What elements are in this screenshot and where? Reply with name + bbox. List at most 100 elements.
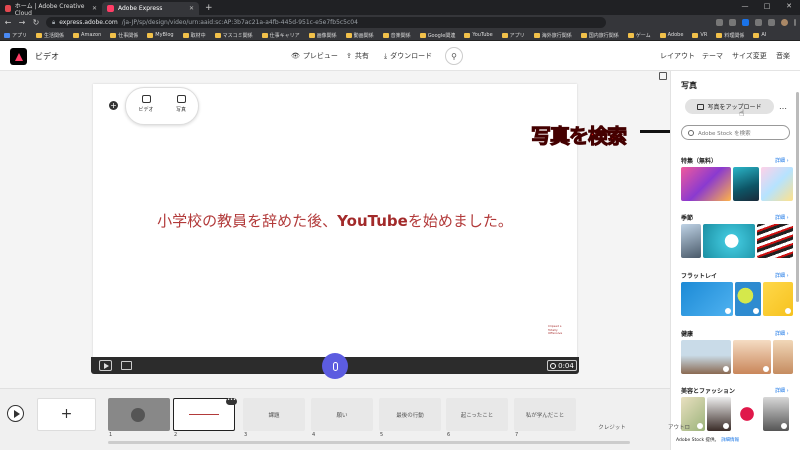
profile-avatar[interactable] [781, 19, 788, 26]
photo-thumbnail[interactable] [773, 340, 793, 374]
more-options-icon[interactable]: … [779, 102, 787, 111]
nav-resize[interactable]: サイズ変更 [732, 51, 767, 61]
microphone-button[interactable] [322, 353, 348, 379]
photo-thumbnail[interactable] [681, 340, 731, 374]
scene-thumbnail[interactable]: 願い [311, 398, 373, 431]
close-icon[interactable]: ✕ [189, 5, 194, 12]
photo-thumbnail[interactable] [707, 397, 731, 431]
bookmark-item[interactable]: YouTube [464, 32, 493, 38]
bookmark-item[interactable]: VR [692, 32, 707, 38]
bookmark-item[interactable]: 国内旅行関係 [580, 32, 619, 39]
add-photo-button[interactable]: 写真 [169, 95, 193, 113]
timeline-play-icon[interactable] [7, 405, 24, 422]
add-video-button[interactable]: ビデオ [134, 95, 158, 113]
photo-thumbnail[interactable] [763, 397, 789, 431]
photo-thumbnail[interactable] [733, 397, 761, 431]
heart-icon[interactable] [723, 366, 729, 372]
bookmark-item[interactable]: 海外旅行関係 [533, 32, 572, 39]
heart-icon[interactable] [781, 423, 787, 429]
scene-thumbnail[interactable]: アウトロ [648, 398, 710, 431]
close-icon[interactable]: ✕ [92, 5, 97, 12]
stock-search-input[interactable]: Adobe Stock を検索 [681, 125, 790, 140]
share-icon[interactable] [716, 19, 723, 26]
share-button[interactable]: ⇪ 共有 [346, 51, 369, 61]
bookmark-item[interactable]: 画像関係 [308, 32, 337, 39]
bookmark-item[interactable]: アプリ [4, 32, 27, 39]
add-scene-button[interactable]: + [37, 398, 96, 431]
heart-icon[interactable] [725, 308, 731, 314]
bookmark-item[interactable]: Google関連 [419, 32, 455, 39]
photo-thumbnail[interactable] [733, 340, 771, 374]
bookmark-item[interactable]: 料理関係 [716, 32, 744, 39]
slide-caption[interactable]: 小学校の教員を辞めた後、YouTubeを始めました。 [93, 210, 577, 231]
heart-icon[interactable] [723, 423, 729, 429]
bookmark-item[interactable]: マスコミ関係 [214, 32, 253, 39]
url-input[interactable]: 🔒︎ express.adobe.com/ja-JP/sp/design/vid… [46, 17, 606, 28]
person-add-icon[interactable]: ⚲ [445, 47, 463, 65]
maximize-button[interactable]: □ [756, 0, 778, 13]
new-tab-button[interactable]: + [205, 2, 213, 15]
scene-thumbnail[interactable]: 課題 [243, 398, 305, 431]
photo-thumbnail[interactable] [735, 282, 761, 316]
scene-menu-icon[interactable]: ••• [226, 398, 237, 405]
puzzle-icon[interactable] [768, 19, 775, 26]
season-more-link[interactable]: 詳細 › [775, 214, 789, 221]
close-window-button[interactable]: ✕ [778, 0, 800, 13]
beauty-more-link[interactable]: 詳細 › [775, 387, 789, 394]
photo-thumbnail[interactable] [681, 224, 701, 258]
heart-icon[interactable] [785, 308, 791, 314]
monitor-icon[interactable] [121, 361, 132, 370]
bookmark-item[interactable]: ゲーム [627, 32, 651, 39]
featured-more-link[interactable]: 詳細 › [775, 157, 789, 164]
tab-adobe-express[interactable]: Adobe Express ✕ [102, 2, 199, 15]
bookmark-item[interactable]: 仕事キャリア [261, 32, 300, 39]
scene-thumbnail[interactable]: クレジット [581, 398, 643, 431]
flatlay-more-link[interactable]: 詳細 › [775, 272, 789, 279]
back-icon[interactable]: ← [4, 18, 12, 27]
adobe-express-logo-icon[interactable] [10, 48, 27, 65]
menu-icon[interactable] [794, 19, 796, 26]
scene-thumbnail[interactable]: 最後の行動 [379, 398, 441, 431]
download-button[interactable]: ⤓ ダウンロード [384, 51, 432, 61]
minimize-button[interactable]: — [734, 0, 756, 13]
expand-icon[interactable] [659, 72, 667, 80]
timeline-scrollbar[interactable] [108, 441, 630, 444]
bookmark-item[interactable]: 音楽関係 [382, 32, 411, 39]
heart-icon[interactable] [763, 366, 769, 372]
extension-icon[interactable] [755, 19, 762, 26]
photo-thumbnail[interactable] [757, 224, 793, 258]
scene-thumbnail[interactable]: 起こったこと [446, 398, 508, 431]
bookmark-item[interactable]: 動画関係 [345, 32, 374, 39]
nav-theme[interactable]: テーマ [702, 51, 723, 61]
bookmark-item[interactable]: 仕事関係 [110, 32, 138, 39]
duration-badge[interactable]: 0:04 [547, 360, 577, 371]
photo-thumbnail[interactable] [763, 282, 793, 316]
health-more-link[interactable]: 詳細 › [775, 330, 789, 337]
bookmark-item[interactable]: アプリ [501, 32, 525, 39]
reload-icon[interactable]: ↻ [32, 18, 40, 27]
attribution-link[interactable]: 詳細情報 [721, 438, 739, 443]
nav-music[interactable]: 音楽 [776, 51, 790, 61]
project-title[interactable]: ビデオ [35, 51, 59, 62]
photo-thumbnail[interactable] [733, 167, 759, 201]
scene-thumbnail[interactable] [108, 398, 170, 431]
add-media-icon[interactable]: + [109, 101, 118, 110]
photo-thumbnail[interactable] [681, 167, 731, 201]
heart-icon[interactable] [753, 308, 759, 314]
panel-scrollbar[interactable] [796, 92, 799, 302]
bookmark-item[interactable]: Adobe [659, 32, 683, 38]
nav-layout[interactable]: レイアウト [660, 51, 695, 61]
bookmark-item[interactable]: 生活関係 [36, 32, 64, 39]
play-icon[interactable] [99, 360, 112, 371]
scene-thumbnail[interactable]: 私が学んだこと [514, 398, 576, 431]
bookmark-item[interactable]: 取材中 [182, 32, 206, 39]
preview-button[interactable]: 👁︎ プレビュー [291, 51, 338, 61]
bookmark-item[interactable]: Amazon [73, 32, 101, 38]
forward-icon[interactable]: → [18, 18, 26, 27]
photo-thumbnail[interactable] [761, 167, 793, 201]
photo-thumbnail[interactable] [703, 224, 755, 258]
upload-photo-button[interactable]: 写真をアップロード [685, 99, 774, 114]
extension-icon[interactable] [742, 19, 749, 26]
bookmark-star-icon[interactable] [729, 19, 736, 26]
photo-thumbnail[interactable] [681, 282, 733, 316]
